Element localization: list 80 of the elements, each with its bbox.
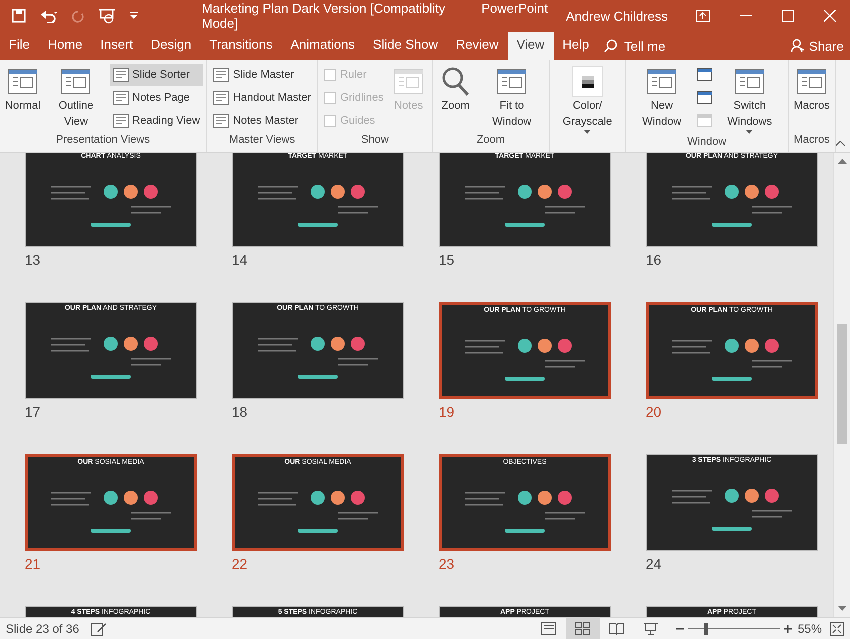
ribbon-button[interactable]: Notes Master bbox=[210, 110, 314, 132]
scroll-thumb[interactable] bbox=[837, 324, 847, 444]
group-label: Master Views bbox=[228, 134, 296, 148]
group-label: Show bbox=[360, 134, 390, 148]
slide-number: 21 bbox=[25, 556, 41, 572]
slide-number: 16 bbox=[646, 252, 662, 268]
group-label: Presentation Views bbox=[55, 134, 152, 148]
presenter-icon[interactable] bbox=[98, 8, 116, 24]
slide-number: 24 bbox=[646, 556, 662, 572]
app-name: PowerPoint bbox=[482, 1, 548, 18]
layout-icon bbox=[213, 114, 230, 128]
maximize-icon[interactable] bbox=[782, 10, 794, 22]
slide-number: 14 bbox=[232, 252, 248, 268]
ribbon-tab[interactable]: Animations bbox=[282, 32, 364, 60]
slide-number: 15 bbox=[439, 252, 455, 268]
ribbon-tab[interactable]: Help bbox=[554, 32, 598, 60]
window-title: Marketing Plan Dark Version [Compatiblity Mode] bbox=[202, 1, 446, 31]
ribbon-tab[interactable]: File bbox=[0, 32, 39, 60]
book-icon bbox=[608, 622, 625, 636]
projector-icon bbox=[642, 622, 659, 636]
slide-number: 19 bbox=[439, 404, 455, 420]
slide-number: 18 bbox=[232, 404, 248, 420]
layout-icon bbox=[213, 68, 230, 82]
ribbon-button[interactable]: Reading View bbox=[110, 110, 204, 132]
slide-number: 13 bbox=[25, 252, 41, 268]
group-label: Zoom bbox=[476, 134, 506, 148]
slide-number: 22 bbox=[232, 556, 248, 572]
fit-to-window-icon[interactable] bbox=[830, 622, 844, 636]
search-icon bbox=[604, 39, 618, 53]
ribbon-tab[interactable]: Design bbox=[142, 32, 201, 60]
ribbon-tab[interactable]: Transitions bbox=[200, 32, 282, 60]
slide-counter: Slide 23 of 36 bbox=[6, 622, 80, 636]
collapse-ribbon-icon[interactable] bbox=[836, 141, 845, 146]
layout-icon bbox=[112, 68, 128, 82]
person-icon bbox=[791, 39, 806, 53]
minimize-icon[interactable] bbox=[740, 15, 752, 17]
ribbon-button[interactable]: Fit to Window bbox=[478, 64, 546, 134]
tell-me-search[interactable]: Tell me bbox=[604, 32, 666, 60]
view-button[interactable] bbox=[566, 618, 600, 639]
zoom-level[interactable]: 55% bbox=[798, 622, 822, 636]
close-icon[interactable] bbox=[824, 10, 836, 22]
ribbon-tab[interactable]: Slide Show bbox=[364, 32, 448, 60]
magnifier-icon bbox=[440, 66, 471, 98]
ribbon-button[interactable]: Normal bbox=[3, 64, 43, 134]
group-label: Macros bbox=[792, 134, 831, 148]
ribbon-button[interactable]: Handout Master bbox=[210, 87, 314, 109]
slide-number: 20 bbox=[646, 404, 662, 420]
ribbon-tab[interactable]: View bbox=[508, 32, 554, 60]
ribbon-button[interactable]: Macros bbox=[792, 64, 832, 134]
user-name[interactable]: Andrew Childress bbox=[566, 8, 668, 24]
ribbon-button[interactable]: Outline View bbox=[45, 64, 108, 134]
undo-icon[interactable] bbox=[40, 9, 58, 23]
zoom-in-icon[interactable] bbox=[784, 624, 792, 632]
grid-icon bbox=[574, 622, 591, 636]
ribbon-button[interactable]: Switch Windows bbox=[714, 64, 785, 136]
ribbon-button[interactable]: Slide Sorter bbox=[110, 64, 204, 86]
color-swatch-icon bbox=[572, 66, 604, 98]
ribbon-tab[interactable]: Home bbox=[38, 32, 92, 60]
ribbon-button[interactable]: Color/ Grayscale bbox=[553, 64, 622, 136]
layout-icon bbox=[112, 91, 128, 105]
ribbon-button[interactable]: Notes Page bbox=[110, 87, 204, 109]
layout-icon bbox=[213, 91, 230, 105]
notes-icon[interactable] bbox=[91, 622, 108, 636]
ribbon-tab[interactable]: Insert bbox=[92, 32, 142, 60]
scroll-up-icon[interactable] bbox=[838, 159, 846, 164]
slide-number: 17 bbox=[25, 404, 41, 420]
save-icon[interactable] bbox=[12, 9, 26, 23]
slide-number: 23 bbox=[439, 556, 455, 572]
ribbon-display-icon[interactable] bbox=[696, 10, 710, 22]
ribbon-button[interactable]: Slide Master bbox=[210, 64, 314, 86]
scrollbar[interactable] bbox=[833, 153, 850, 617]
ribbon-button[interactable]: New Window bbox=[629, 64, 695, 136]
normal-view-icon bbox=[540, 622, 557, 636]
ribbon-tab[interactable]: Review bbox=[447, 32, 508, 60]
layout-icon bbox=[112, 114, 128, 128]
share-button[interactable]: Share bbox=[791, 32, 850, 60]
scroll-down-icon[interactable] bbox=[838, 606, 846, 611]
customize-caret-icon[interactable] bbox=[130, 12, 138, 20]
group-label: Window bbox=[686, 136, 728, 150]
ribbon-button[interactable]: Zoom bbox=[436, 64, 476, 134]
